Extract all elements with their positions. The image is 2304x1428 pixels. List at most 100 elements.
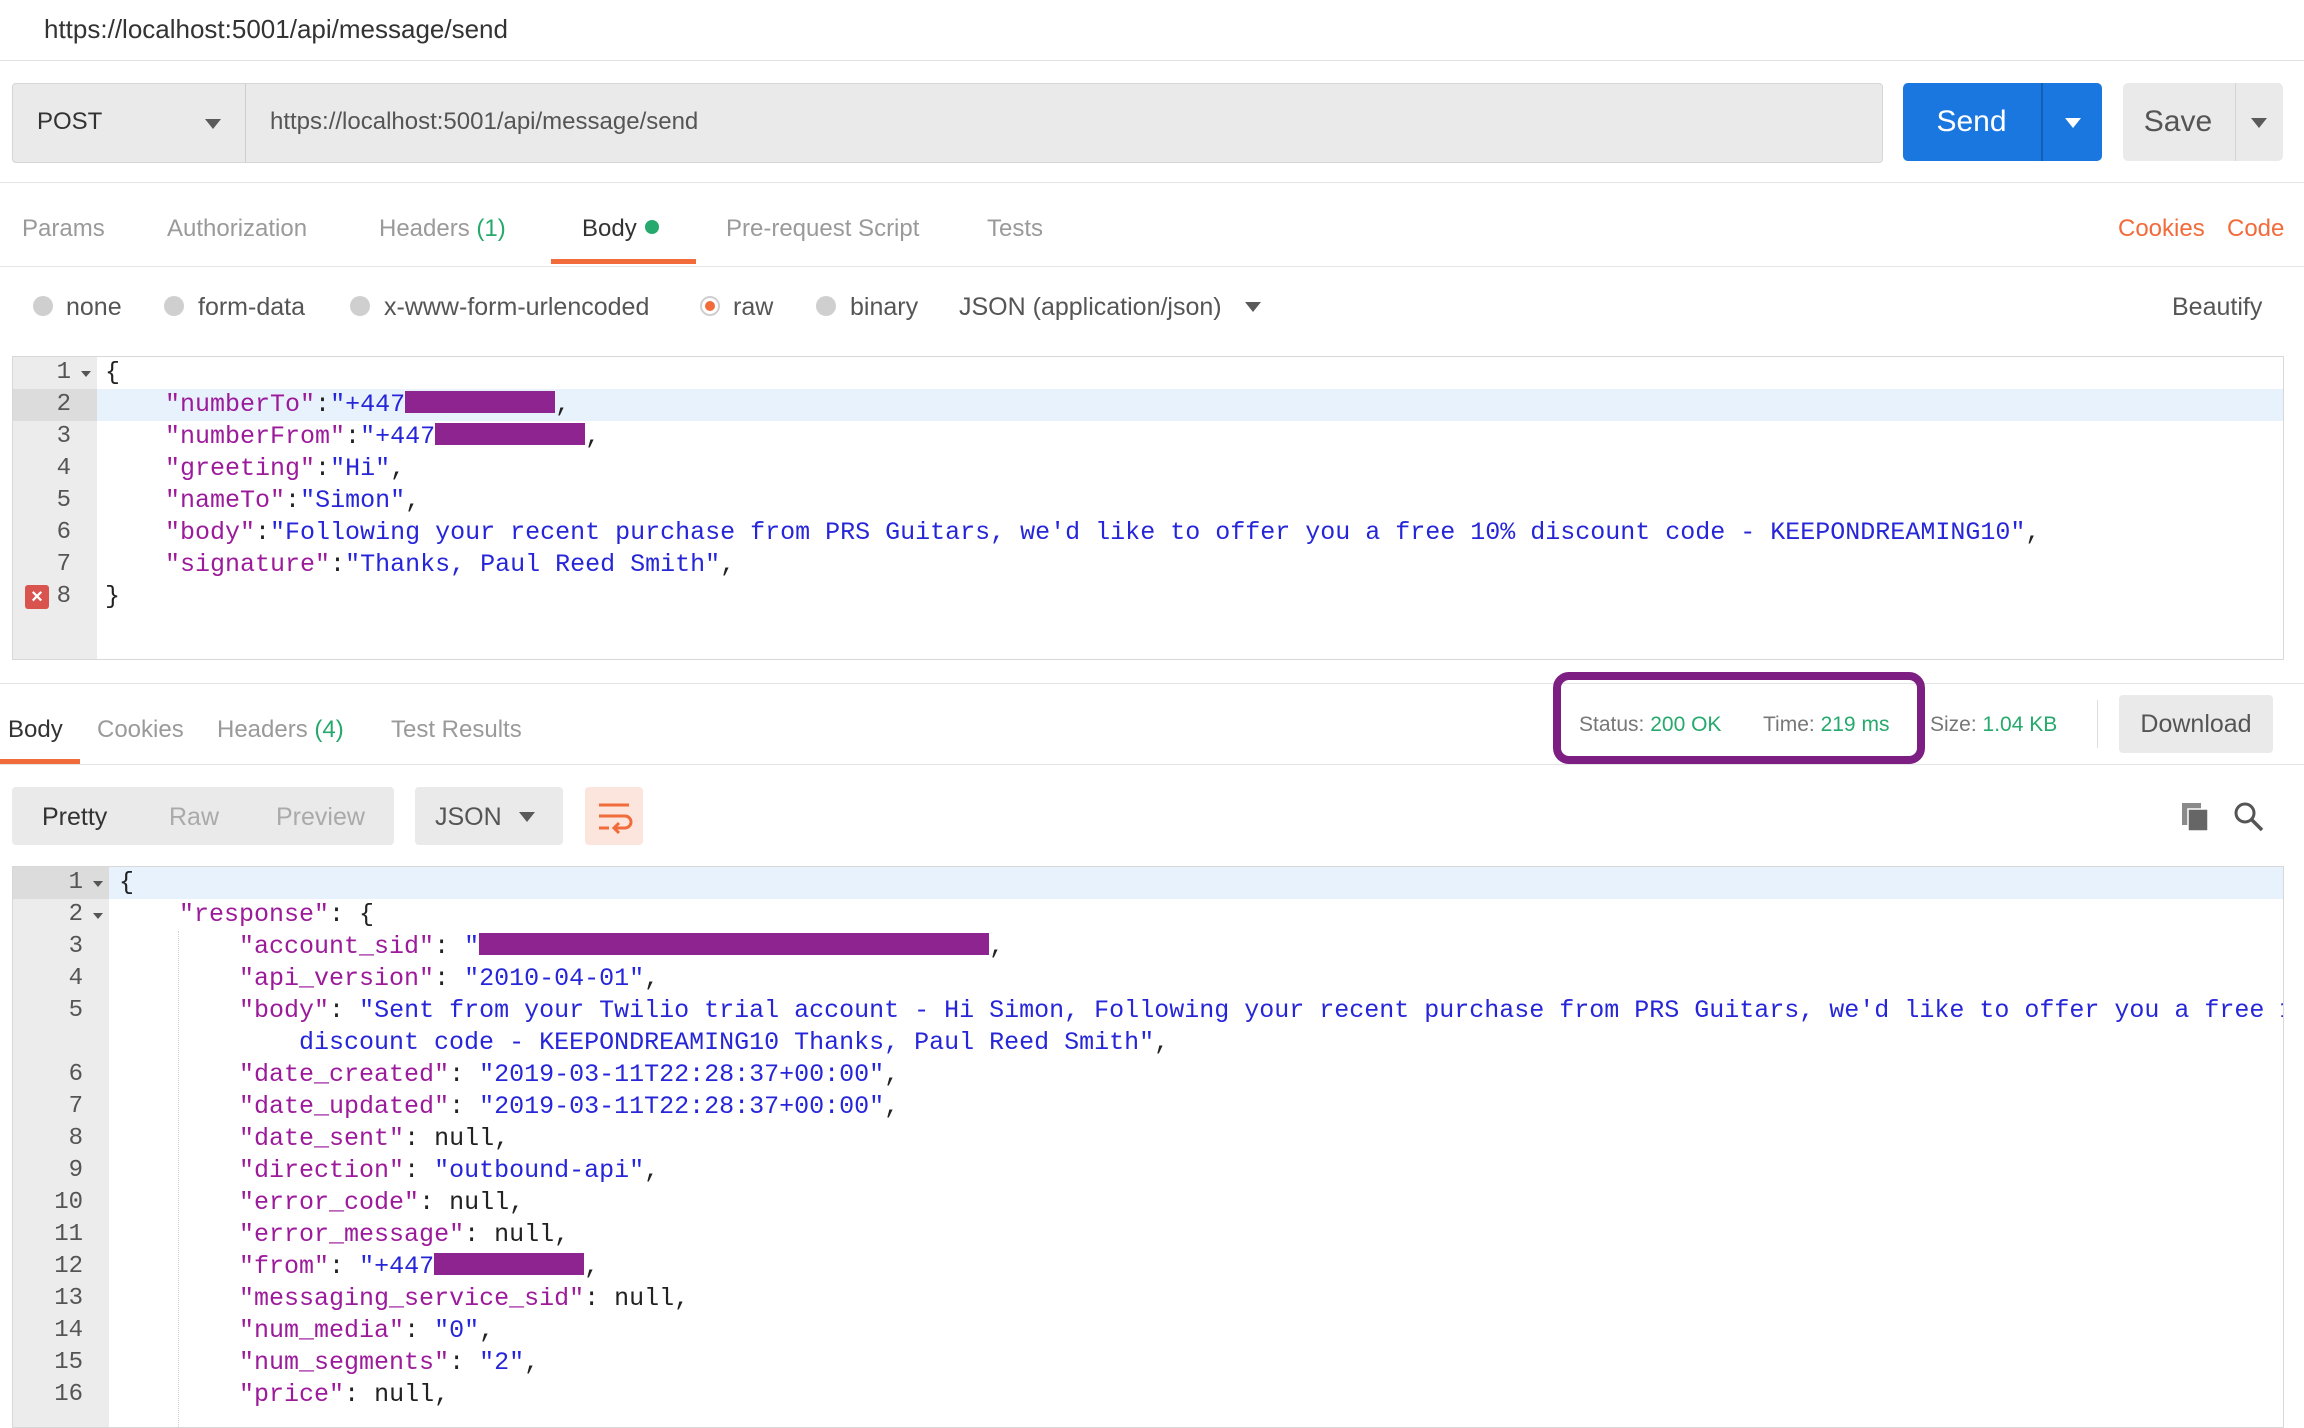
line-number: 4	[68, 965, 83, 992]
redaction-block	[434, 1253, 585, 1275]
tab-headers[interactable]: Headers (1)	[379, 215, 506, 243]
json-key: "api_version"	[239, 964, 435, 993]
tab-response-cookies[interactable]: Cookies	[97, 716, 184, 744]
chevron-down-icon[interactable]	[2251, 118, 2267, 128]
chevron-down-icon	[519, 812, 535, 822]
search-icon[interactable]	[2232, 800, 2264, 832]
code-line-4: "greeting":"Hi",	[165, 454, 406, 483]
resp-line-11: "error_message": null,	[239, 1220, 570, 1249]
format-select[interactable]: JSON	[415, 787, 563, 845]
json-string: "+447	[359, 1252, 435, 1281]
line-number: 7	[68, 1093, 83, 1120]
request-tabs: Params Authorization Headers (1) Body Pr…	[0, 182, 2304, 267]
resp-line-6: "date_created": "2019-03-11T22:28:37+00:…	[239, 1060, 900, 1089]
save-button[interactable]: Save	[2123, 83, 2283, 161]
json-key: "numberFrom"	[165, 422, 346, 451]
raw-button[interactable]: Raw	[169, 803, 219, 832]
json-null: null	[494, 1220, 555, 1249]
pretty-button[interactable]: Pretty	[42, 803, 107, 832]
line-number: 6	[56, 519, 71, 546]
line-number: 10	[54, 1189, 83, 1216]
line-number: 16	[54, 1381, 83, 1408]
redaction-block	[435, 423, 586, 445]
json-string: "	[464, 932, 480, 961]
send-button[interactable]: Send	[1903, 83, 2102, 161]
code-link[interactable]: Code	[2227, 215, 2284, 243]
method-select[interactable]: POST	[12, 83, 246, 163]
line-number: 1	[68, 869, 83, 896]
content-type-select[interactable]: JSON (application/json)	[959, 293, 1222, 322]
tab-test-results[interactable]: Test Results	[391, 716, 522, 744]
line-number: 15	[54, 1349, 83, 1376]
line-number: 8	[68, 1125, 83, 1152]
json-key: "numberTo"	[165, 390, 316, 419]
line-number: 6	[68, 1061, 83, 1088]
resp-line-7: "date_updated": "2019-03-11T22:28:37+00:…	[239, 1092, 900, 1121]
resp-line-4: "api_version": "2010-04-01",	[239, 964, 660, 993]
radio-urlencoded-label: x-www-form-urlencoded	[384, 293, 650, 321]
url-input[interactable]: https://localhost:5001/api/message/send	[245, 83, 1883, 163]
format-label: JSON	[435, 803, 502, 831]
tab-tests[interactable]: Tests	[987, 215, 1043, 243]
json-null: null	[449, 1188, 510, 1217]
json-null: null	[434, 1124, 495, 1153]
chevron-down-icon[interactable]	[2065, 118, 2081, 128]
tab-prerequest-script[interactable]: Pre-request Script	[726, 215, 919, 243]
line-number: 2	[56, 391, 71, 418]
json-punctuation: }	[105, 582, 121, 611]
size-readout: Size: 1.04 KB	[1930, 713, 2057, 737]
request-body-editor[interactable]: 1 2 3 4 5 6 7 8 × { "numberTo":"+447, "n…	[12, 356, 2284, 660]
radio-form-data-label: form-data	[198, 293, 305, 321]
wrap-lines-button[interactable]	[585, 787, 643, 845]
tab-params[interactable]: Params	[22, 215, 105, 243]
json-punctuation: {	[105, 358, 121, 387]
tab-body-label: Body	[582, 215, 637, 242]
active-tab-underline	[551, 259, 696, 264]
fold-icon[interactable]	[93, 881, 103, 887]
json-string: "Following your recent purchase from PRS…	[270, 518, 2026, 547]
download-button[interactable]: Download	[2119, 695, 2273, 753]
json-key: "nameTo"	[165, 486, 286, 515]
line-number: 3	[56, 423, 71, 450]
json-key: "direction"	[239, 1156, 405, 1185]
radio-none[interactable]	[33, 296, 53, 316]
divider	[2097, 700, 2098, 748]
line-number: 9	[68, 1157, 83, 1184]
resp-line-13: "messaging_service_sid": null,	[239, 1284, 690, 1313]
send-divider	[2041, 83, 2043, 161]
radio-form-data[interactable]	[164, 296, 184, 316]
tab-response-headers[interactable]: Headers (4)	[217, 716, 344, 744]
error-icon[interactable]: ×	[25, 585, 49, 609]
line-number: 14	[54, 1317, 83, 1344]
save-label: Save	[2143, 105, 2213, 138]
json-key: "error_code"	[239, 1188, 420, 1217]
tab-response-headers-label: Headers	[217, 716, 308, 743]
resp-line-10: "error_code": null,	[239, 1188, 525, 1217]
resp-line-1: {	[119, 867, 134, 899]
json-key: "date_created"	[239, 1060, 450, 1089]
code-line-3: "numberFrom":"+447,	[165, 422, 601, 451]
json-null: null	[614, 1284, 675, 1313]
resp-line-5-wrap: discount code - KEEPONDREAMING10 Thanks,…	[299, 1028, 1170, 1057]
json-key: "signature"	[165, 550, 331, 579]
code-line-7: "signature":"Thanks, Paul Reed Smith",	[165, 550, 736, 579]
fold-icon[interactable]	[93, 913, 103, 919]
radio-binary[interactable]	[816, 296, 836, 316]
tab-authorization[interactable]: Authorization	[167, 215, 307, 243]
chevron-down-icon[interactable]	[1245, 302, 1261, 312]
send-label: Send	[1936, 105, 2007, 138]
json-string: "2019-03-11T22:28:37+00:00"	[479, 1092, 885, 1121]
cookies-link[interactable]: Cookies	[2118, 215, 2205, 243]
redaction-block	[479, 933, 990, 955]
fold-icon[interactable]	[81, 371, 91, 377]
radio-binary-label: binary	[850, 293, 919, 321]
response-body-viewer[interactable]: 1 2 3 4 5 6 7 8 9 10 11 12 13 14 15 16 {…	[12, 866, 2284, 1428]
beautify-link[interactable]: Beautify	[2172, 293, 2262, 322]
line-number: 7	[56, 551, 71, 578]
preview-button[interactable]: Preview	[276, 803, 365, 832]
radio-raw[interactable]	[700, 296, 720, 316]
tab-response-body[interactable]: Body	[8, 716, 63, 744]
tab-body[interactable]: Body	[582, 215, 659, 243]
copy-icon[interactable]	[2181, 802, 2209, 832]
radio-urlencoded[interactable]	[350, 296, 370, 316]
